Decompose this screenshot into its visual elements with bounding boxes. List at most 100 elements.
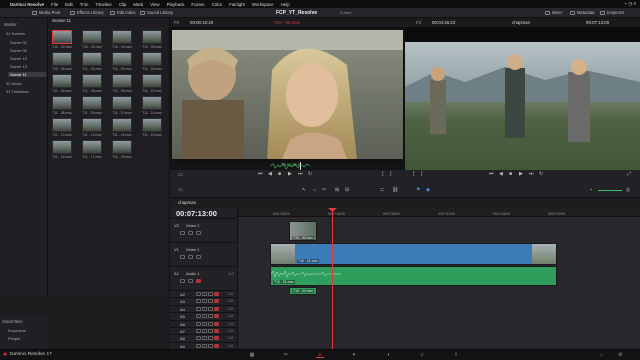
solo-icon[interactable] [214,306,219,311]
source-reverse-icon[interactable]: ◀ [268,171,272,177]
flag-icon[interactable]: ⚑ [416,187,420,193]
track-visibility-icon[interactable] [196,231,201,235]
smart-bin-item[interactable]: Keywords [8,328,26,333]
bin-item[interactable]: Scene 05 [10,48,27,53]
source-scrub-bar[interactable]: 00:00:12:19 [170,162,405,170]
clip-thumbnail[interactable] [52,140,72,154]
record-zoom[interactable]: Fit [416,20,421,25]
auto-select-icon[interactable] [188,255,193,259]
mute-icon[interactable] [208,343,213,348]
mute-icon[interactable] [208,314,213,319]
record-timeline-name[interactable]: chapman [512,20,530,25]
track-header-audio[interactable]: A5 1.0 [170,312,238,319]
clip-thumbnail[interactable] [82,74,102,88]
auto-select-icon[interactable] [202,314,207,319]
clip-thumbnail[interactable] [112,118,132,132]
bin-item[interactable]: 02 Audio [6,81,22,86]
trim-tool-icon[interactable]: ⇔ [312,187,317,193]
clip-a1[interactable]: T10 - 01.mov [270,266,557,286]
solo-icon[interactable] [214,314,219,319]
menu-clip[interactable]: Clip [119,2,127,7]
lock-icon[interactable] [196,336,201,341]
menu-fusion[interactable]: Fusion [191,2,204,7]
sound-library-button[interactable]: Sound Library [140,10,173,15]
source-viewer[interactable] [170,28,405,162]
clip-thumbnail[interactable] [52,118,72,132]
source-mark-out-icon[interactable]: } [390,171,392,177]
track-header-v1[interactable]: V1 Video 1 [170,242,238,266]
source-next-frame-icon[interactable]: ⏭ [298,171,303,177]
bin-item[interactable]: 01 Timelines [6,89,28,94]
track-header-audio[interactable]: A8 1.0 [170,334,238,341]
mute-icon[interactable] [208,306,213,311]
timeline-area[interactable]: 00:07:00:00 00:07:04:00 00:07:08:00 00:07:1… [238,208,640,351]
source-clip-name[interactable]: T10 - 02.mov [274,20,300,25]
menu-file[interactable]: File [51,2,58,7]
track-header-audio[interactable]: A7 1.0 [170,327,238,334]
auto-select-icon[interactable] [202,292,207,296]
master-bin-header[interactable]: Master [4,22,17,27]
source-viewer-options-icon[interactable]: ▭ [178,172,183,178]
clip-thumbnail[interactable] [112,74,132,88]
mute-icon[interactable] [208,336,213,341]
lock-icon[interactable] [196,292,201,296]
bin-item[interactable]: Scene 02 [10,40,27,45]
volume-slider[interactable] [598,190,622,191]
track-header-audio[interactable]: A2 1.0 [170,290,238,297]
metadata-button[interactable]: Metadata [570,10,594,15]
lock-icon[interactable] [196,314,201,319]
solo-icon[interactable] [214,292,219,296]
record-reverse-icon[interactable]: ◀ [499,171,503,177]
source-stop-icon[interactable]: ■ [278,171,281,177]
clip-thumbnail[interactable] [82,52,102,66]
clip-thumbnail[interactable] [82,140,102,154]
track-visibility-icon[interactable] [196,255,201,259]
lock-icon[interactable] [196,306,201,311]
auto-select-icon[interactable] [202,329,207,333]
track-header-audio[interactable]: A6 1.0 [170,319,238,327]
layout-icon[interactable]: ▭ [178,187,183,193]
record-next-frame-icon[interactable]: ⏭ [529,171,534,177]
app-menu[interactable]: DaVinci Resolve [10,2,44,7]
home-icon[interactable]: ⌂ [600,352,603,358]
clip-thumbnail[interactable] [142,52,162,66]
menu-fairlight[interactable]: Fairlight [229,2,245,7]
bin-item[interactable]: 01 Scenes [6,31,25,36]
media-pool-button[interactable]: Media Pool [32,10,60,15]
clip-thumbnail[interactable] [52,74,72,88]
source-play-icon[interactable]: ▶ [288,171,292,177]
menu-color[interactable]: Color [212,2,223,7]
record-stop-icon[interactable]: ■ [509,171,512,177]
clip-thumbnail[interactable] [112,52,132,66]
snapping-icon[interactable]: ⊂ [380,187,384,193]
menu-edit[interactable]: Edit [65,2,73,7]
fusion-icon[interactable]: ✦ [350,352,358,358]
source-playhead[interactable] [300,162,301,170]
clip-thumbnail[interactable] [82,96,102,110]
edit-index-button[interactable]: Edit Index [110,10,136,15]
solo-icon[interactable] [196,279,201,283]
clip-thumbnail[interactable] [52,96,72,110]
clip-thumbnail[interactable] [82,118,102,132]
mute-icon[interactable] [208,321,213,326]
source-prev-frame-icon[interactable]: ⏮ [258,171,263,177]
track-header-v2[interactable]: V2 Video 2 [170,218,238,242]
color-icon[interactable]: ◑ [384,352,392,358]
auto-select-icon[interactable] [188,231,193,235]
fairlight-icon[interactable]: ♫ [418,352,426,358]
clip-v1[interactable]: T10 - 01.mov [270,243,557,265]
clip-thumbnail[interactable] [52,30,72,44]
marker-icon[interactable]: ◆ [426,187,430,193]
bin-item[interactable]: Scene 10 [10,56,27,61]
solo-icon[interactable] [214,321,219,326]
clip-a2[interactable]: T10 - 02.mov [289,287,317,295]
record-play-icon[interactable]: ▶ [519,171,523,177]
bin-item-selected[interactable]: Scene 11 [8,72,46,77]
lock-icon[interactable] [196,299,201,304]
menu-trim[interactable]: Trim [80,2,89,7]
menu-view[interactable]: View [150,2,159,7]
source-mark-in-icon[interactable]: { [382,171,384,177]
clip-thumbnail[interactable] [112,140,132,154]
auto-select-icon[interactable] [202,306,207,311]
record-mark-in-icon[interactable]: { [413,171,415,177]
